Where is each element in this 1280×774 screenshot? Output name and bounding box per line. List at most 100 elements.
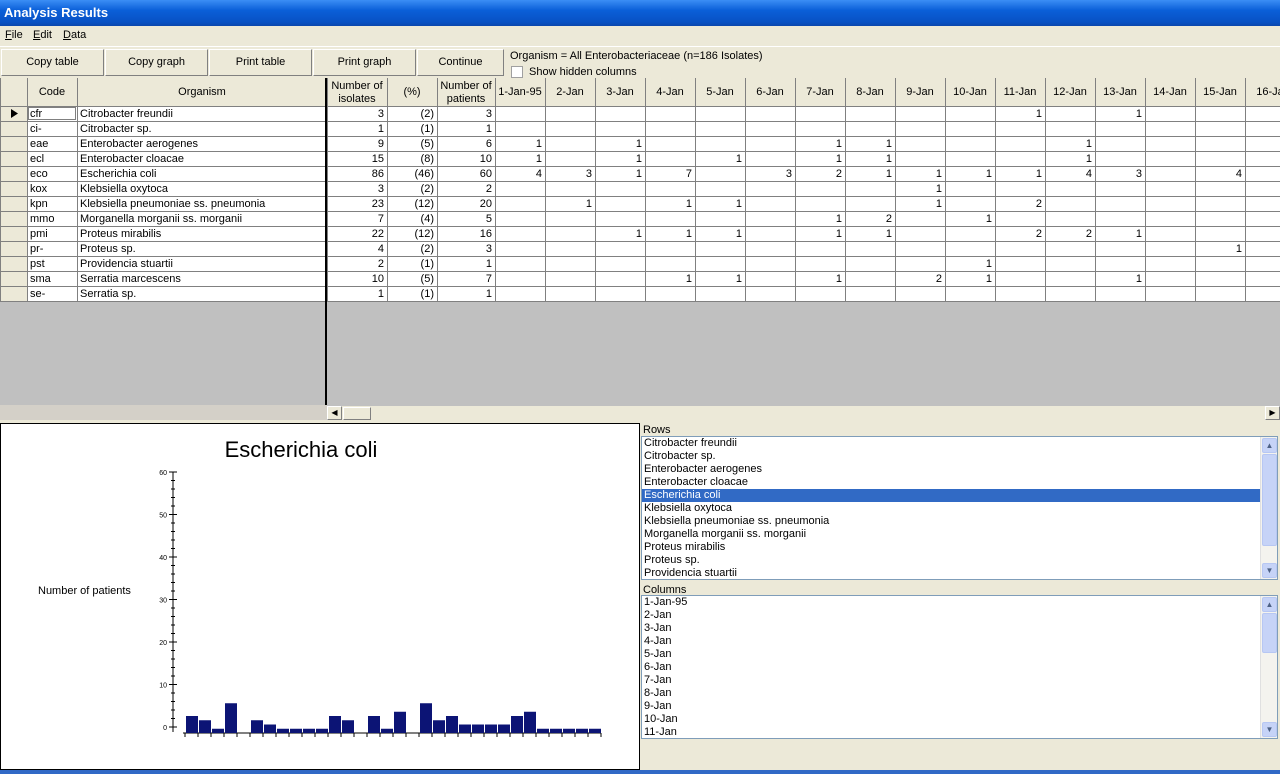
cell-date-count[interactable]: 2 <box>836 168 842 180</box>
scroll-up-icon[interactable]: ▲ <box>1262 597 1277 612</box>
cell-organism[interactable]: Citrobacter sp. <box>80 123 152 135</box>
cell-date-count[interactable]: 1 <box>986 213 992 225</box>
cell-date-count[interactable]: 1 <box>1036 168 1042 180</box>
cell-percent[interactable]: (46) <box>414 168 434 180</box>
cell-percent[interactable]: (1) <box>421 258 434 270</box>
cell-date-count[interactable]: 2 <box>1036 198 1042 210</box>
cell-isolates[interactable]: 7 <box>378 213 384 225</box>
cell-percent[interactable]: (5) <box>421 138 434 150</box>
show-hidden-columns-checkbox[interactable] <box>511 66 523 78</box>
cell-percent[interactable]: (1) <box>421 123 434 135</box>
cell-patients[interactable]: 20 <box>480 198 492 210</box>
cell-date-count[interactable]: 1 <box>1086 138 1092 150</box>
cell-organism[interactable]: Klebsiella pneumoniae ss. pneumonia <box>80 198 266 210</box>
cell-patients[interactable]: 16 <box>480 228 492 240</box>
scroll-left-icon[interactable]: ◀ <box>327 406 342 420</box>
cell-patients[interactable]: 5 <box>486 213 492 225</box>
cell-isolates[interactable]: 4 <box>378 243 384 255</box>
cell-code[interactable]: kox <box>30 183 48 195</box>
cell-date-count[interactable]: 1 <box>636 138 642 150</box>
cell-date-count[interactable]: 1 <box>586 198 592 210</box>
columns-list-item[interactable]: 9-Jan <box>642 700 1262 713</box>
cell-patients[interactable]: 60 <box>480 168 492 180</box>
cell-date-count[interactable]: 1 <box>886 168 892 180</box>
cell-organism[interactable]: Klebsiella oxytoca <box>80 183 169 195</box>
cell-isolates[interactable]: 15 <box>372 153 384 165</box>
cell-date-count[interactable]: 1 <box>886 138 892 150</box>
cell-isolates[interactable]: 2 <box>378 258 384 270</box>
rows-list-item[interactable]: Citrobacter freundii <box>642 437 1262 450</box>
cell-organism[interactable]: Serratia marcescens <box>80 273 181 285</box>
cell-isolates[interactable]: 23 <box>372 198 384 210</box>
columns-list-item[interactable]: 1-Jan-95 <box>642 596 1262 609</box>
cell-organism[interactable]: Enterobacter cloacae <box>80 153 184 165</box>
scroll-down-icon[interactable]: ▼ <box>1262 563 1277 578</box>
copy-table-button[interactable]: Copy table <box>1 49 104 76</box>
horizontal-scroll-thumb[interactable] <box>343 407 371 420</box>
cell-date-count[interactable]: 3 <box>1136 168 1142 180</box>
cell-date-count[interactable]: 1 <box>636 228 642 240</box>
columns-list-item[interactable]: 11-Jan <box>642 726 1262 738</box>
cell-percent[interactable]: (2) <box>421 183 434 195</box>
rows-scrollbar[interactable]: ▲ ▼ <box>1260 437 1277 579</box>
cell-date-count[interactable]: 1 <box>736 153 742 165</box>
columns-list-item[interactable]: 5-Jan <box>642 648 1262 661</box>
cell-percent[interactable]: (12) <box>414 198 434 210</box>
cell-date-count[interactable]: 3 <box>586 168 592 180</box>
cell-date-count[interactable]: 1 <box>1136 108 1142 120</box>
cell-organism[interactable]: Proteus mirabilis <box>80 228 162 240</box>
cell-code[interactable]: cfr <box>30 108 43 120</box>
cell-date-count[interactable]: 1 <box>836 138 842 150</box>
columns-list-item[interactable]: 2-Jan <box>642 609 1262 622</box>
cell-patients[interactable]: 2 <box>486 183 492 195</box>
cell-date-count[interactable]: 1 <box>686 228 692 240</box>
cell-isolates[interactable]: 10 <box>372 273 384 285</box>
rows-list-item[interactable]: Enterobacter cloacae <box>642 476 1262 489</box>
horizontal-scrollbar[interactable]: ◀ ▶ <box>327 405 1280 420</box>
cell-date-count[interactable]: 1 <box>836 273 842 285</box>
rows-list-item[interactable]: Klebsiella oxytoca <box>642 502 1262 515</box>
columns-list-item[interactable]: 6-Jan <box>642 661 1262 674</box>
print-graph-button[interactable]: Print graph <box>313 49 416 76</box>
scroll-right-icon[interactable]: ▶ <box>1265 406 1280 420</box>
menu-edit[interactable]: Edit <box>33 29 52 41</box>
cell-patients[interactable]: 1 <box>486 123 492 135</box>
cell-date-count[interactable]: 1 <box>1086 153 1092 165</box>
cell-isolates[interactable]: 22 <box>372 228 384 240</box>
cell-date-count[interactable]: 4 <box>536 168 542 180</box>
rows-list-item[interactable]: Enterobacter aerogenes <box>642 463 1262 476</box>
cell-patients[interactable]: 1 <box>486 288 492 300</box>
cell-percent[interactable]: (2) <box>421 243 434 255</box>
cell-date-count[interactable]: 1 <box>636 168 642 180</box>
cell-date-count[interactable]: 2 <box>1086 228 1092 240</box>
cell-date-count[interactable]: 4 <box>1086 168 1092 180</box>
cell-code[interactable]: ci- <box>30 123 42 135</box>
cell-organism[interactable]: Escherichia coli <box>80 168 156 180</box>
cell-organism[interactable]: Serratia sp. <box>80 288 136 300</box>
cell-date-count[interactable]: 1 <box>836 153 842 165</box>
cell-date-count[interactable]: 1 <box>736 273 742 285</box>
cell-percent[interactable]: (2) <box>421 108 434 120</box>
cell-percent[interactable]: (12) <box>414 228 434 240</box>
cell-patients[interactable]: 7 <box>486 273 492 285</box>
scroll-down-icon[interactable]: ▼ <box>1262 722 1277 737</box>
cell-percent[interactable]: (4) <box>421 213 434 225</box>
cell-date-count[interactable]: 1 <box>886 228 892 240</box>
cell-isolates[interactable]: 86 <box>372 168 384 180</box>
cell-code[interactable]: pr- <box>30 243 44 255</box>
rows-list-item[interactable]: Klebsiella pneumoniae ss. pneumonia <box>642 515 1262 528</box>
cell-date-count[interactable]: 1 <box>836 228 842 240</box>
cell-date-count[interactable]: 3 <box>786 168 792 180</box>
cell-code[interactable]: se- <box>30 288 46 300</box>
rows-list-item[interactable]: Citrobacter sp. <box>642 450 1262 463</box>
cell-date-count[interactable]: 1 <box>686 198 692 210</box>
columns-list-item[interactable]: 10-Jan <box>642 713 1262 726</box>
cell-date-count[interactable]: 1 <box>936 183 942 195</box>
cell-date-count[interactable]: 1 <box>736 198 742 210</box>
cell-code[interactable]: pmi <box>30 228 48 240</box>
cell-date-count[interactable]: 1 <box>1136 273 1142 285</box>
cell-code[interactable]: pst <box>30 258 45 270</box>
cell-date-count[interactable]: 1 <box>986 168 992 180</box>
cell-date-count[interactable]: 2 <box>936 273 942 285</box>
cell-patients[interactable]: 3 <box>486 108 492 120</box>
